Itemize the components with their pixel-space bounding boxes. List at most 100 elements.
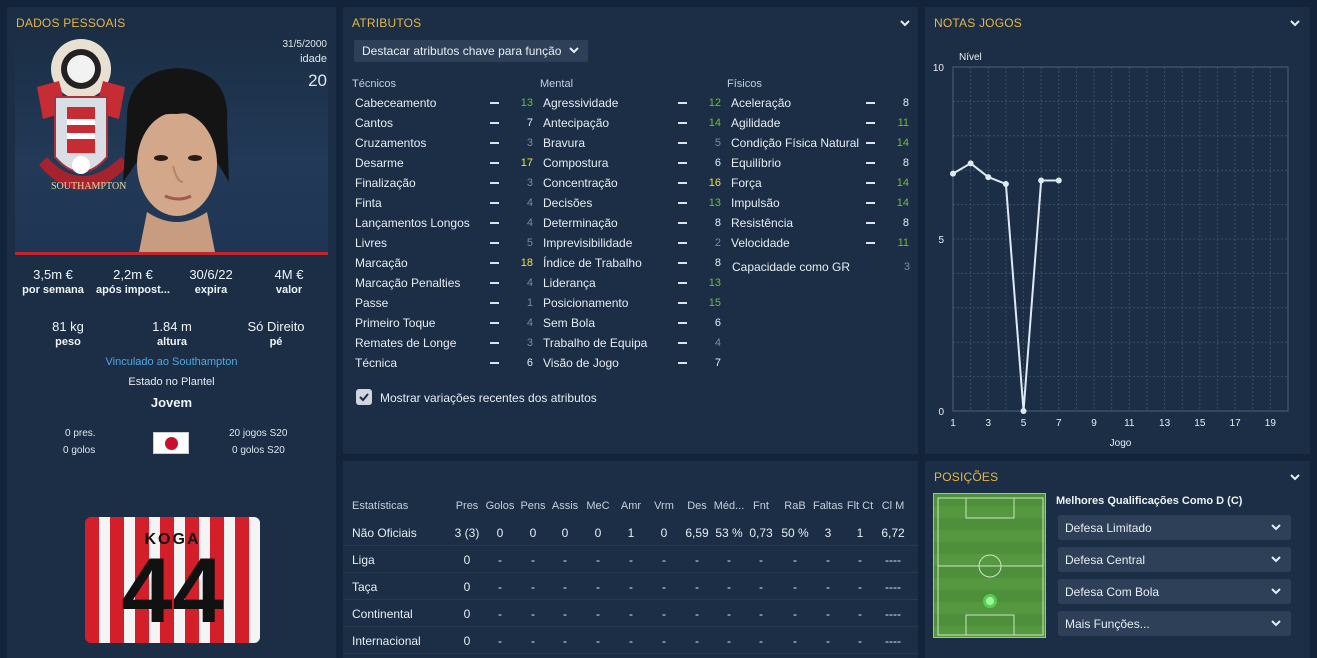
attribute-row-technical[interactable]: Primeiro Toque 4	[355, 313, 533, 333]
role-dropdown[interactable]: Defesa Com Bola	[1058, 579, 1291, 604]
rating-point	[950, 170, 956, 177]
attribute-row-technical[interactable]: Marcação Penalties 4	[355, 273, 533, 293]
y-tick-label: 0	[938, 407, 944, 418]
club-link[interactable]: Vinculado ao Southampton	[7, 356, 336, 368]
x-tick-label: 9	[1091, 418, 1097, 429]
attribute-trend-icon	[678, 302, 687, 304]
attribute-trend-icon	[678, 242, 687, 244]
height-stat: 1.84 m altura	[152, 319, 192, 348]
attribute-trend-icon	[866, 182, 875, 184]
attribute-row-mental[interactable]: Liderança 13	[543, 273, 721, 293]
attribute-row-physical[interactable]: Agilidade 11	[731, 113, 909, 133]
attribute-row-mental[interactable]: Agressividade 12	[543, 93, 721, 113]
attribute-row-technical[interactable]: Finalização 3	[355, 173, 533, 193]
attribute-value: 1	[526, 297, 533, 309]
stats-row: Não Oficiais 3 (3) 0 0 0 0 1 0 6,59 53 % 0,73 50 % 3…	[343, 519, 918, 546]
attribute-name: Visão de Jogo	[543, 356, 619, 370]
attribute-row-physical[interactable]: Condição Física Natural 14	[731, 133, 909, 153]
attribute-trend-icon	[866, 122, 875, 124]
stats-header[interactable]: Estatísticas	[352, 500, 408, 512]
stats-header[interactable]: Cl M	[873, 500, 913, 512]
role-dropdown[interactable]: Defesa Limitado	[1058, 515, 1291, 540]
rating-point	[1055, 177, 1062, 184]
squad-number-shirt: KOGA 44	[85, 517, 260, 643]
attribute-name: Sem Bola	[543, 316, 596, 330]
attribute-row-physical[interactable]: Velocidade 11	[731, 233, 909, 253]
attributes-panel: ATRIBUTOS Destacar atributos chave para …	[343, 7, 918, 454]
chevron-down-icon[interactable]	[899, 17, 911, 29]
attribute-row-physical[interactable]: Força 14	[731, 173, 909, 193]
chevron-down-icon[interactable]	[1289, 471, 1301, 483]
attribute-row-technical[interactable]: Técnica 6	[355, 353, 533, 373]
gk-ability-value: 3	[903, 261, 910, 273]
attribute-value: 13	[708, 197, 721, 209]
attributes-title: ATRIBUTOS	[352, 16, 422, 30]
attribute-row-mental[interactable]: Bravura 5	[543, 133, 721, 153]
attribute-row-mental[interactable]: Trabalho de Equipa 4	[543, 333, 721, 353]
chevron-down-icon	[1271, 588, 1281, 595]
season-games: 20 jogos S20	[229, 428, 288, 439]
wage-stat: 3,5m € por semana	[22, 267, 84, 296]
attribute-value: 13	[520, 97, 533, 109]
attribute-value: 7	[526, 117, 533, 129]
attribute-trend-icon	[490, 122, 499, 124]
personal-details-panel: DADOS PESSOAIS SOUTHAMPTON 31/5/2000 ida…	[7, 7, 336, 658]
role-dropdown[interactable]: Defesa Central	[1058, 547, 1291, 572]
attribute-row-mental[interactable]: Compostura 6	[543, 153, 721, 173]
attribute-trend-icon	[490, 302, 499, 304]
attribute-row-technical[interactable]: Marcação 18	[355, 253, 533, 273]
position-pitch	[933, 493, 1046, 638]
attribute-row-physical[interactable]: Equilíbrio 8	[731, 153, 909, 173]
attribute-row-technical[interactable]: Desarme 17	[355, 153, 533, 173]
attribute-name: Lançamentos Longos	[355, 216, 470, 230]
show-changes-checkbox[interactable]	[356, 389, 372, 405]
attribute-trend-icon	[678, 342, 687, 344]
attribute-trend-icon	[490, 162, 499, 164]
attribute-row-mental[interactable]: Determinação 8	[543, 213, 721, 233]
attribute-name: Imprevisibilidade	[543, 236, 633, 250]
japan-flag-icon[interactable]	[153, 432, 189, 454]
attribute-trend-icon	[866, 202, 875, 204]
attribute-value: 6	[714, 317, 721, 329]
attribute-row-technical[interactable]: Finta 4	[355, 193, 533, 213]
role-label: Defesa Central	[1065, 553, 1146, 567]
attribute-value: 8	[902, 97, 909, 109]
attribute-row-mental[interactable]: Índice de Trabalho 8	[543, 253, 721, 273]
attribute-row-physical[interactable]: Resistência 8	[731, 213, 909, 233]
attribute-name: Equilíbrio	[731, 156, 782, 170]
attribute-row-technical[interactable]: Cruzamentos 3	[355, 133, 533, 153]
attribute-row-technical[interactable]: Cabeceamento 13	[355, 93, 533, 113]
attribute-row-mental[interactable]: Antecipação 14	[543, 113, 721, 133]
after-tax-stat: 2,2m € após impost...	[96, 267, 170, 296]
stats-cell: ----	[885, 607, 901, 621]
x-tick-label: 17	[1230, 418, 1242, 429]
attribute-row-mental[interactable]: Concentração 16	[543, 173, 721, 193]
date-of-birth: 31/5/2000	[282, 39, 328, 50]
role-dropdown[interactable]: Mais Funções...	[1058, 611, 1291, 636]
attribute-row-technical[interactable]: Lançamentos Longos 4	[355, 213, 533, 233]
attribute-row-mental[interactable]: Decisões 13	[543, 193, 721, 213]
attribute-row-physical[interactable]: Impulsão 14	[731, 193, 909, 213]
attribute-row-mental[interactable]: Posicionamento 15	[543, 293, 721, 313]
attribute-trend-icon	[490, 202, 499, 204]
attribute-name: Posicionamento	[543, 296, 629, 310]
attribute-trend-icon	[490, 362, 499, 364]
stats-row: Internacional 0- - - - - - - - - - - - ----	[343, 627, 918, 654]
attribute-row-mental[interactable]: Imprevisibilidade 2	[543, 233, 721, 253]
attribute-row-technical[interactable]: Cantos 7	[355, 113, 533, 133]
attribute-trend-icon	[490, 142, 499, 144]
highlight-role-dropdown[interactable]: Destacar atributos chave para função	[354, 40, 588, 62]
attribute-value: 5	[526, 237, 533, 249]
attribute-value: 8	[902, 217, 909, 229]
attribute-row-technical[interactable]: Remates de Longe 3	[355, 333, 533, 353]
attribute-name: Liderança	[543, 276, 596, 290]
attribute-value: 4	[714, 337, 721, 349]
attribute-row-technical[interactable]: Passe 1	[355, 293, 533, 313]
physical-header: Físicos	[727, 78, 762, 90]
attribute-row-technical[interactable]: Livres 5	[355, 233, 533, 253]
attribute-row-mental[interactable]: Sem Bola 6	[543, 313, 721, 333]
attribute-row-mental[interactable]: Visão de Jogo 7	[543, 353, 721, 373]
y-tick-label: 5	[938, 235, 944, 246]
attribute-value: 12	[708, 97, 721, 109]
attribute-row-physical[interactable]: Aceleração 8	[731, 93, 909, 113]
